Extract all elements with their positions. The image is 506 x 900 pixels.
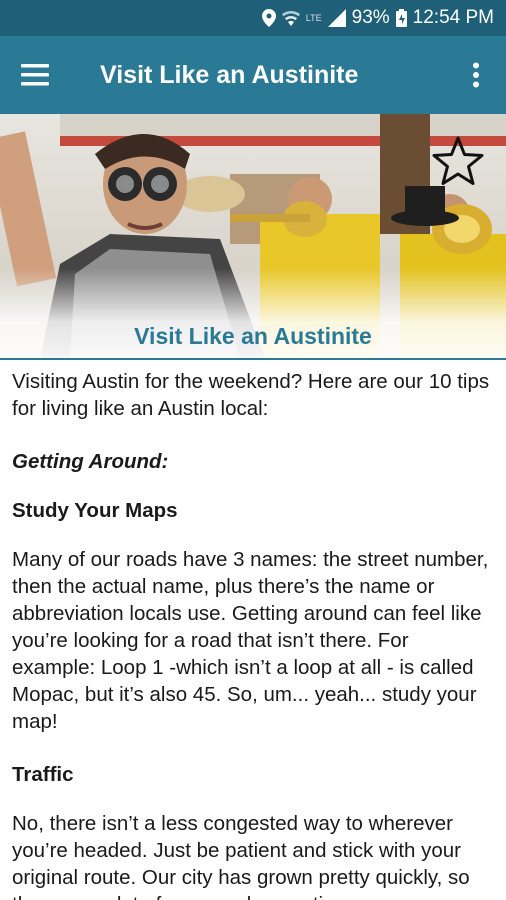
- star-outline-icon: [432, 136, 484, 185]
- clock-time: 12:54 PM: [412, 7, 494, 28]
- overflow-menu-button[interactable]: [446, 36, 506, 114]
- status-bar: LTE 93% 12:54 PM: [0, 0, 506, 36]
- battery-icon: [395, 9, 407, 27]
- article-intro: Visiting Austin for the weekend? Here ar…: [12, 370, 490, 420]
- hero-banner: Visit Like an Austinite: [0, 114, 506, 358]
- app-bar: Visit Like an Austinite: [0, 36, 506, 114]
- hamburger-menu-button[interactable]: [0, 36, 70, 114]
- cell-signal-icon: [327, 9, 346, 27]
- article-body: Visiting Austin for the weekend? Here ar…: [12, 368, 496, 900]
- section-body: Many of our roads have 3 names: the stre…: [12, 548, 489, 733]
- hamburger-menu-icon: [21, 64, 49, 86]
- favorite-button[interactable]: [430, 134, 486, 190]
- wifi-icon: [281, 10, 300, 26]
- category-heading: Getting Around:: [12, 450, 169, 473]
- section-heading: Traffic: [12, 763, 74, 786]
- location-pin-icon: [261, 9, 276, 27]
- hero-caption: Visit Like an Austinite: [134, 323, 372, 349]
- hero-divider: [0, 358, 506, 360]
- page-title: Visit Like an Austinite: [100, 60, 359, 89]
- section-heading: Study Your Maps: [12, 499, 178, 522]
- battery-percent: 93%: [351, 7, 390, 28]
- section-body: No, there isn’t a less congested way to …: [12, 812, 470, 900]
- overflow-menu-icon: [473, 62, 479, 88]
- network-type-label: LTE: [305, 13, 322, 23]
